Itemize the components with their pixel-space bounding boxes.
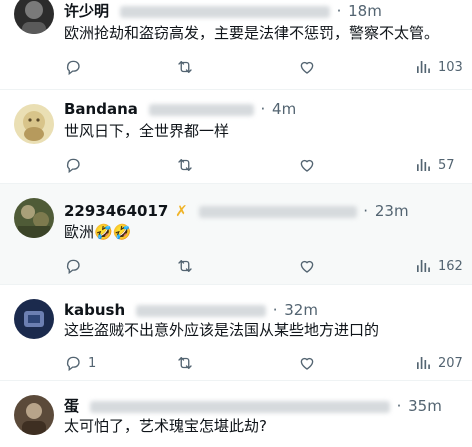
avatar[interactable] [14, 104, 54, 144]
heart-icon [300, 260, 314, 273]
views-bar-chart-icon [417, 357, 430, 369]
views-count: 103 [438, 59, 463, 75]
tweet-header: kabush · 32m [64, 301, 318, 319]
tweet-text: 世风日下，全世界都一样 [64, 122, 230, 140]
tweet-2[interactable]: Bandana · 4m 世风日下，全世界都一样 57 [0, 90, 472, 182]
avatar[interactable] [14, 198, 54, 238]
avatar[interactable] [14, 0, 54, 34]
heart-icon [300, 357, 314, 370]
redacted-handle [198, 205, 357, 218]
tweet-text: 歐洲🤣🤣 [64, 223, 132, 241]
retweet-icon [178, 357, 192, 369]
timestamp[interactable]: 32m [284, 301, 318, 319]
action-bar: 162 [64, 256, 463, 276]
timestamp[interactable]: 4m [272, 100, 296, 118]
tweet-4[interactable]: kabush · 32m 这些盗贼不出意外应该是法国从某些地方进口的 1 207 [0, 285, 472, 379]
reply-button[interactable] [64, 256, 88, 276]
tweet-1[interactable]: 许少明 · 18m 欧洲抢劫和盗窃高发，主要是法律不惩罚，警察不太管。 103 [0, 0, 472, 95]
redacted-handle [135, 304, 266, 317]
tweet-5[interactable]: 蛋 · 35m 太可怕了，艺术瑰宝怎堪此劫? [0, 381, 472, 447]
views-button[interactable]: 57 [414, 155, 455, 175]
reply-icon [66, 356, 80, 372]
action-bar: 1 207 [64, 353, 463, 373]
avatar[interactable] [14, 299, 54, 339]
views-button[interactable]: 103 [414, 57, 463, 77]
action-bar: 103 [64, 57, 463, 77]
display-name[interactable]: 许少明 [64, 2, 109, 20]
reply-count: 1 [88, 355, 97, 371]
avatar[interactable] [14, 395, 54, 435]
timestamp[interactable]: 23m [375, 202, 409, 220]
retweet-button[interactable] [176, 353, 194, 373]
views-count: 57 [438, 157, 455, 173]
reply-button[interactable] [64, 57, 88, 77]
reply-icon [66, 259, 80, 275]
display-name[interactable]: 蛋 [64, 397, 79, 415]
reply-icon [66, 158, 80, 174]
views-button[interactable]: 162 [414, 256, 463, 276]
tweet-header: 2293464017 ✗ · 23m [64, 202, 409, 220]
views-bar-chart-icon [417, 260, 430, 272]
display-name[interactable]: kabush [64, 301, 125, 319]
reply-button[interactable]: 1 [64, 353, 96, 373]
timestamp[interactable]: 18m [348, 2, 382, 20]
retweet-button[interactable] [176, 57, 194, 77]
timestamp[interactable]: 35m [408, 397, 442, 415]
like-button[interactable] [298, 256, 316, 276]
tweet-text: 太可怕了，艺术瑰宝怎堪此劫? [64, 417, 267, 435]
retweet-button[interactable] [176, 155, 194, 175]
redacted-handle [89, 400, 390, 413]
heart-icon [300, 61, 314, 74]
redacted-handle [119, 5, 330, 18]
display-name[interactable]: Bandana [64, 100, 138, 118]
retweet-icon [178, 260, 192, 272]
retweet-button[interactable] [176, 256, 194, 276]
views-button[interactable]: 207 [414, 353, 463, 373]
tweet-3[interactable]: 2293464017 ✗ · 23m 歐洲🤣🤣 162 [0, 184, 472, 284]
action-bar: 57 [64, 155, 460, 175]
retweet-icon [178, 61, 192, 73]
reply-button[interactable] [64, 155, 88, 175]
views-count: 207 [438, 355, 463, 371]
reply-icon [66, 60, 80, 76]
tweet-header: Bandana · 4m [64, 100, 297, 118]
redacted-handle [148, 103, 254, 116]
like-button[interactable] [298, 353, 316, 373]
like-button[interactable] [298, 57, 316, 77]
views-bar-chart-icon [417, 61, 430, 73]
heart-icon [300, 159, 314, 172]
display-name[interactable]: 2293464017 [64, 202, 168, 220]
like-button[interactable] [298, 155, 316, 175]
tweet-header: 许少明 · 18m [64, 2, 382, 20]
tweet-text: 欧洲抢劫和盗窃高发，主要是法律不惩罚，警察不太管。 [64, 24, 440, 42]
tweet-header: 蛋 · 35m [64, 397, 442, 415]
tweet-text: 这些盗贼不出意外应该是法国从某些地方进口的 [64, 321, 380, 339]
views-count: 162 [438, 258, 463, 274]
retweet-icon [178, 159, 192, 171]
views-bar-chart-icon [417, 159, 430, 171]
